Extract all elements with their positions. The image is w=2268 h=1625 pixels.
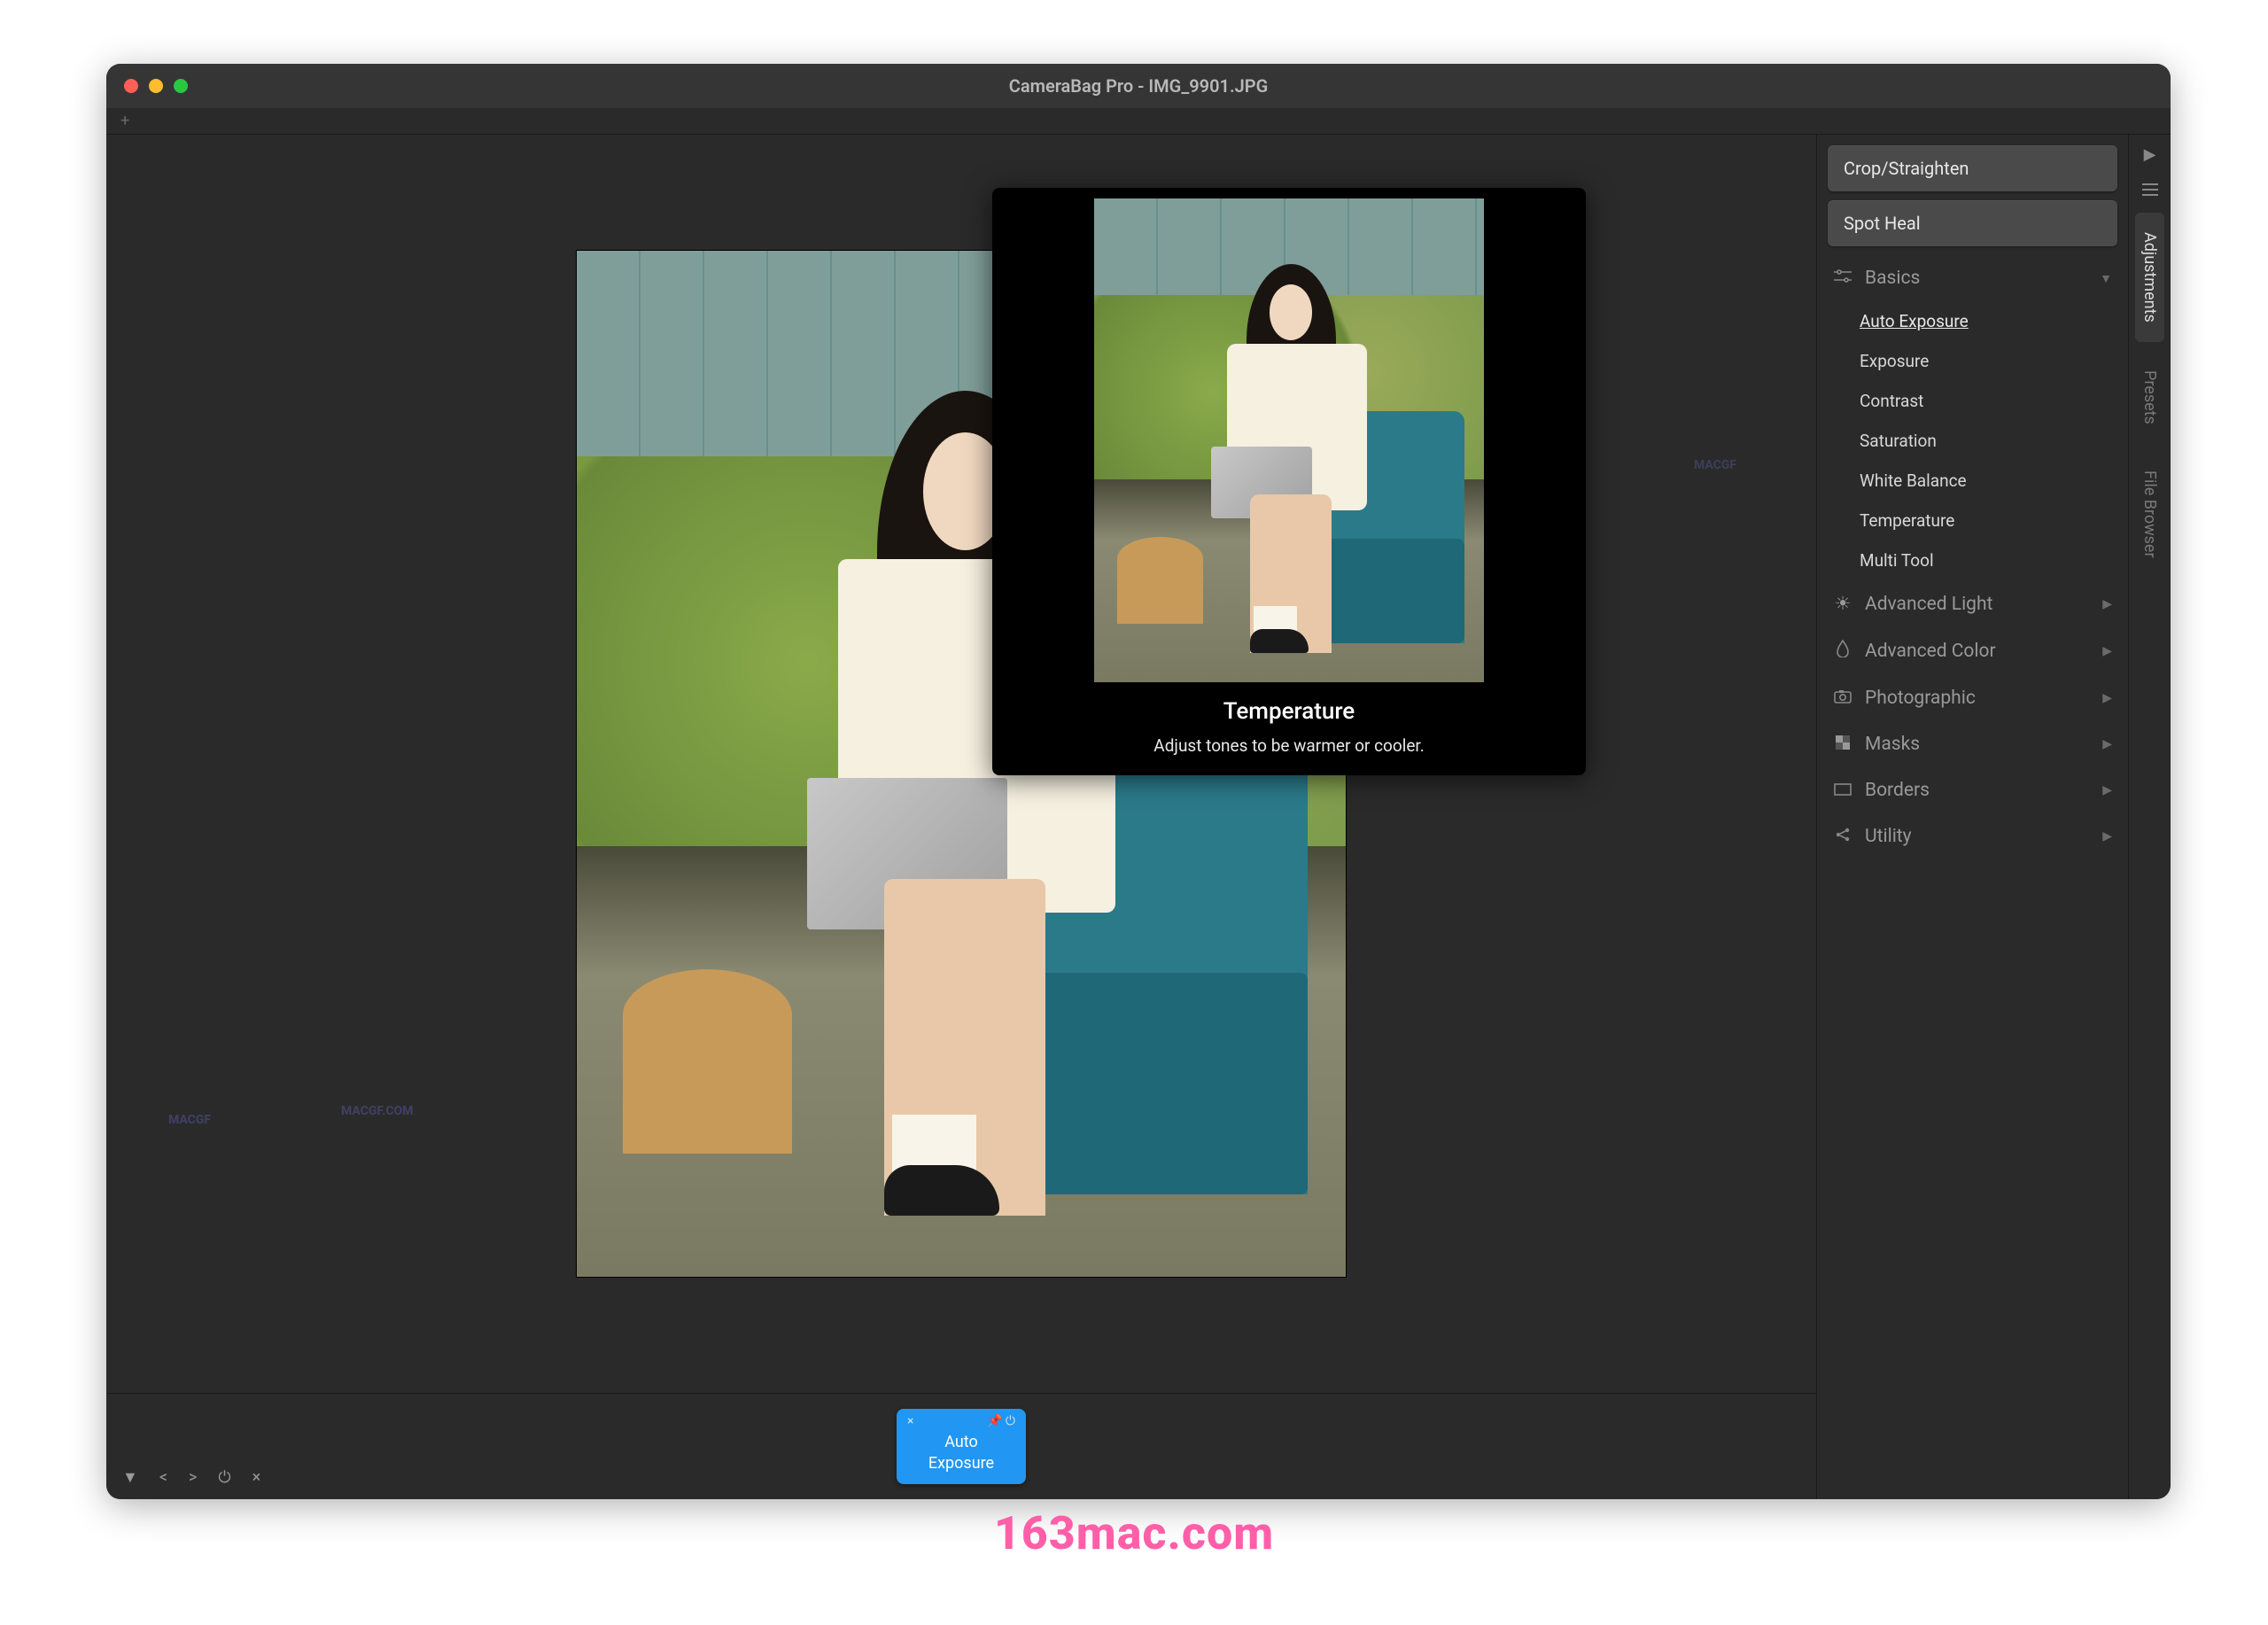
tab-presets[interactable]: Presets — [2140, 347, 2159, 447]
menu-icon[interactable] — [2142, 171, 2158, 207]
sliders-icon — [1833, 268, 1852, 289]
minimize-window-button[interactable] — [149, 79, 163, 93]
window-controls — [124, 79, 188, 93]
tab-adjustments[interactable]: Adjustments — [2135, 213, 2164, 342]
prev-button[interactable]: < — [159, 1468, 167, 1487]
spot-heal-button[interactable]: Spot Heal — [1828, 200, 2117, 246]
next-button[interactable]: > — [189, 1468, 197, 1487]
power-icon[interactable]: ⏻ — [218, 1468, 230, 1487]
category-masks[interactable]: Masks ▶ — [1828, 721, 2117, 767]
applied-adjustment-chip[interactable]: × 📌 ⏻ AutoExposure — [897, 1409, 1026, 1484]
adjustments-panel: Crop/Straighten Spot Heal Basics ▼ Auto … — [1816, 135, 2128, 1499]
chevron-down-icon: ▼ — [2100, 271, 2112, 286]
rectangle-icon — [1833, 780, 1852, 801]
chevron-right-icon: ▶ — [2102, 829, 2112, 844]
tooltip-preview-image — [1094, 198, 1484, 682]
camera-icon — [1833, 688, 1852, 709]
chevron-right-icon: ▶ — [2102, 783, 2112, 797]
category-advanced-color[interactable]: Advanced Color ▶ — [1828, 627, 2117, 675]
chip-close-icon[interactable]: × — [907, 1414, 913, 1428]
basics-exposure[interactable]: Exposure — [1828, 341, 2117, 381]
share-icon — [1833, 826, 1852, 847]
basics-saturation[interactable]: Saturation — [1828, 421, 2117, 461]
basics-white-balance[interactable]: White Balance — [1828, 461, 2117, 501]
chevron-right-icon: ▶ — [2102, 597, 2112, 611]
sun-icon: ☀ — [1833, 593, 1852, 615]
close-icon[interactable]: × — [252, 1468, 261, 1487]
basics-temperature[interactable]: Temperature — [1828, 501, 2117, 540]
pin-icon[interactable]: 📌 — [987, 1414, 1002, 1428]
basics-contrast[interactable]: Contrast — [1828, 381, 2117, 421]
power-icon[interactable]: ⏻ — [1006, 1414, 1015, 1428]
category-borders[interactable]: Borders ▶ — [1828, 767, 2117, 813]
chip-label: AutoExposure — [907, 1432, 1015, 1473]
window-title: CameraBag Pro - IMG_9901.JPG — [1009, 75, 1269, 97]
app-body: MACGF MACGF.COM MACGF Temperature Adjust… — [106, 135, 2171, 1499]
chevron-right-icon: ▶ — [2102, 737, 2112, 751]
tab-file-browser[interactable]: File Browser — [2140, 447, 2159, 581]
close-window-button[interactable] — [124, 79, 138, 93]
nav-controls: ▼ < > ⏻ × — [122, 1468, 260, 1487]
canvas-area: MACGF MACGF.COM MACGF Temperature Adjust… — [106, 135, 1816, 1499]
side-tab-rail: ▶ Adjustments Presets File Browser — [2128, 135, 2171, 1499]
basics-auto-exposure[interactable]: Auto Exposure — [1828, 301, 2117, 341]
basics-label: Basics — [1865, 268, 1920, 289]
category-photographic[interactable]: Photographic ▶ — [1828, 675, 2117, 721]
image-viewport[interactable]: MACGF MACGF.COM MACGF Temperature Adjust… — [106, 135, 1816, 1393]
basics-multi-tool[interactable]: Multi Tool — [1828, 540, 2117, 580]
checker-icon — [1833, 734, 1852, 755]
chevron-down-icon[interactable]: ▼ — [122, 1468, 138, 1487]
droplet-icon — [1833, 640, 1852, 663]
app-window: CameraBag Pro - IMG_9901.JPG + MACGF MAC… — [106, 64, 2171, 1499]
category-basics[interactable]: Basics ▼ — [1828, 255, 2117, 301]
watermark: MACGF — [168, 1113, 211, 1127]
category-utility[interactable]: Utility ▶ — [1828, 813, 2117, 859]
tooltip-description: Adjust tones to be warmer or cooler. — [1003, 735, 1575, 756]
adjustment-tooltip: Temperature Adjust tones to be warmer or… — [992, 188, 1586, 775]
watermark: MACGF.COM — [341, 1104, 413, 1118]
titlebar: CameraBag Pro - IMG_9901.JPG — [106, 64, 2171, 108]
new-tab-button[interactable]: + — [120, 112, 129, 130]
tab-strip: + — [106, 108, 2171, 135]
filmstrip-bar: × 📌 ⏻ AutoExposure ▼ < > ⏻ × — [106, 1393, 1816, 1499]
crop-straighten-button[interactable]: Crop/Straighten — [1828, 145, 2117, 191]
play-icon[interactable]: ▶ — [2144, 135, 2156, 171]
page-watermark: 163mac.com — [994, 1506, 1274, 1560]
tooltip-title: Temperature — [1003, 698, 1575, 725]
chevron-right-icon: ▶ — [2102, 691, 2112, 705]
zoom-window-button[interactable] — [174, 79, 188, 93]
chevron-right-icon: ▶ — [2102, 644, 2112, 658]
category-advanced-light[interactable]: ☀ Advanced Light ▶ — [1828, 580, 2117, 627]
watermark: MACGF — [1694, 458, 1736, 472]
